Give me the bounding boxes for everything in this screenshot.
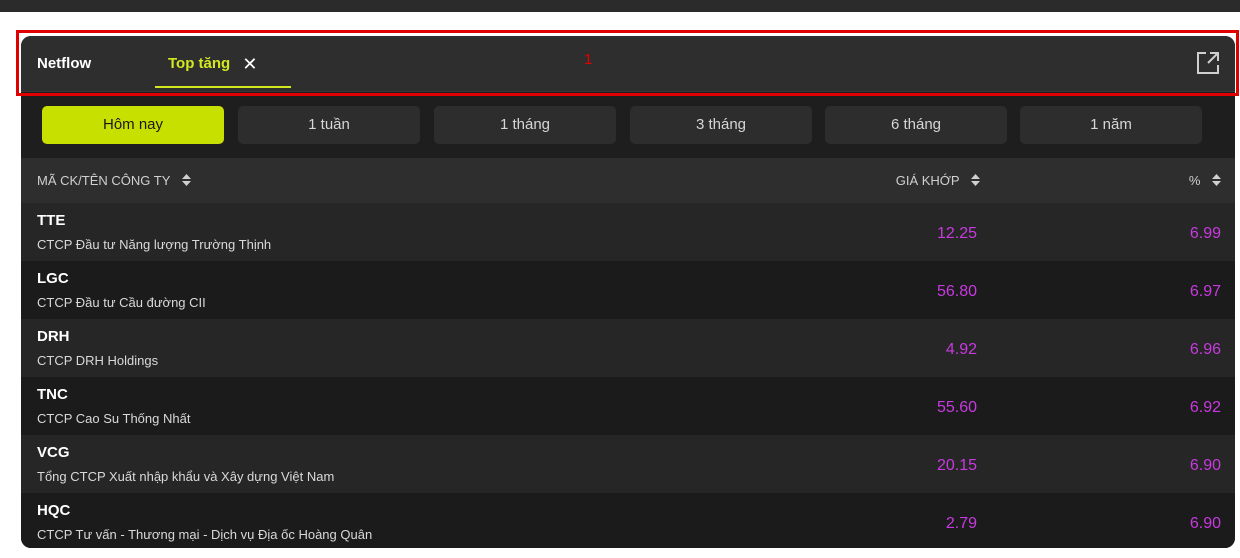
table-row[interactable]: LGC CTCP Đầu tư Cầu đường CII 56.80 6.97 <box>21 261 1235 319</box>
period-today-button[interactable]: Hôm nay <box>42 106 224 144</box>
period-selector: Hôm nay 1 tuần 1 tháng 3 tháng 6 tháng 1… <box>42 106 1202 144</box>
table-header: MÃ CK/TÊN CÔNG TY GIÁ KHỚP % <box>21 158 1235 203</box>
sort-icon <box>1212 174 1221 186</box>
percent-change: 6.99 <box>1189 225 1221 242</box>
table-row[interactable]: TNC CTCP Cao Su Thống Nhất 55.60 6.92 <box>21 377 1235 435</box>
stock-symbol: TTE <box>37 212 66 229</box>
header-price[interactable]: GIÁ KHỚP <box>896 158 980 203</box>
company-name: Tổng CTCP Xuất nhập khẩu và Xây dựng Việ… <box>37 469 335 484</box>
match-price: 20.15 <box>936 457 977 474</box>
period-1y-button[interactable]: 1 năm <box>1020 106 1202 144</box>
active-tab-underline <box>155 86 291 88</box>
table-row[interactable]: HQC CTCP Tư vấn - Thương mại - Dịch vụ Đ… <box>21 493 1235 548</box>
period-3m-button[interactable]: 3 tháng <box>630 106 812 144</box>
match-price: 55.60 <box>936 399 977 416</box>
percent-change: 6.90 <box>1189 457 1221 474</box>
header-percent[interactable]: % <box>1189 158 1221 203</box>
company-name: CTCP DRH Holdings <box>37 353 159 368</box>
top-gainers-panel: Netflow Top tăng ✕ Hôm nay 1 tuần 1 thán… <box>21 36 1235 548</box>
percent-change: 6.90 <box>1189 515 1221 532</box>
company-name: CTCP Đầu tư Cầu đường CII <box>37 295 206 310</box>
sort-icon <box>971 174 980 186</box>
stock-symbol: DRH <box>37 328 70 345</box>
tab-top-gainers[interactable]: Top tăng ✕ <box>155 36 291 92</box>
header-name-label: MÃ CK/TÊN CÔNG TY <box>37 173 171 188</box>
header-price-label: GIÁ KHỚP <box>895 173 960 188</box>
company-name: CTCP Đầu tư Năng lượng Trường Thịnh <box>37 237 272 252</box>
top-strip <box>0 0 1240 12</box>
percent-change: 6.96 <box>1189 341 1221 358</box>
match-price: 2.79 <box>945 515 977 532</box>
stock-symbol: HQC <box>37 502 71 519</box>
percent-change: 6.97 <box>1189 283 1221 300</box>
stock-symbol: LGC <box>37 270 69 287</box>
table-row[interactable]: VCG Tổng CTCP Xuất nhập khẩu và Xây dựng… <box>21 435 1235 493</box>
percent-change: 6.92 <box>1189 399 1221 416</box>
annotation-number: 1 <box>584 51 593 68</box>
stock-symbol: TNC <box>37 386 68 403</box>
match-price: 56.80 <box>936 283 977 300</box>
match-price: 4.92 <box>945 341 977 358</box>
header-name[interactable]: MÃ CK/TÊN CÔNG TY <box>37 158 191 203</box>
period-1m-button[interactable]: 1 tháng <box>434 106 616 144</box>
expand-icon[interactable] <box>1195 50 1221 76</box>
stock-symbol: VCG <box>37 444 70 461</box>
sort-icon <box>181 174 191 186</box>
period-6m-button[interactable]: 6 tháng <box>825 106 1007 144</box>
tab-netflow[interactable]: Netflow <box>37 36 91 92</box>
period-1w-button[interactable]: 1 tuần <box>238 106 420 144</box>
tab-bar: Netflow Top tăng ✕ <box>21 36 1235 92</box>
table-row[interactable]: DRH CTCP DRH Holdings 4.92 6.96 <box>21 319 1235 377</box>
table-row[interactable]: TTE CTCP Đầu tư Năng lượng Trường Thịnh … <box>21 203 1235 261</box>
table-body: TTE CTCP Đầu tư Năng lượng Trường Thịnh … <box>21 203 1235 548</box>
tab-top-gainers-label: Top tăng <box>168 55 231 72</box>
company-name: CTCP Tư vấn - Thương mại - Dịch vụ Địa ố… <box>37 527 373 542</box>
company-name: CTCP Cao Su Thống Nhất <box>37 411 191 426</box>
match-price: 12.25 <box>936 225 977 242</box>
header-percent-label: % <box>1188 173 1201 188</box>
close-icon[interactable]: ✕ <box>242 36 257 92</box>
